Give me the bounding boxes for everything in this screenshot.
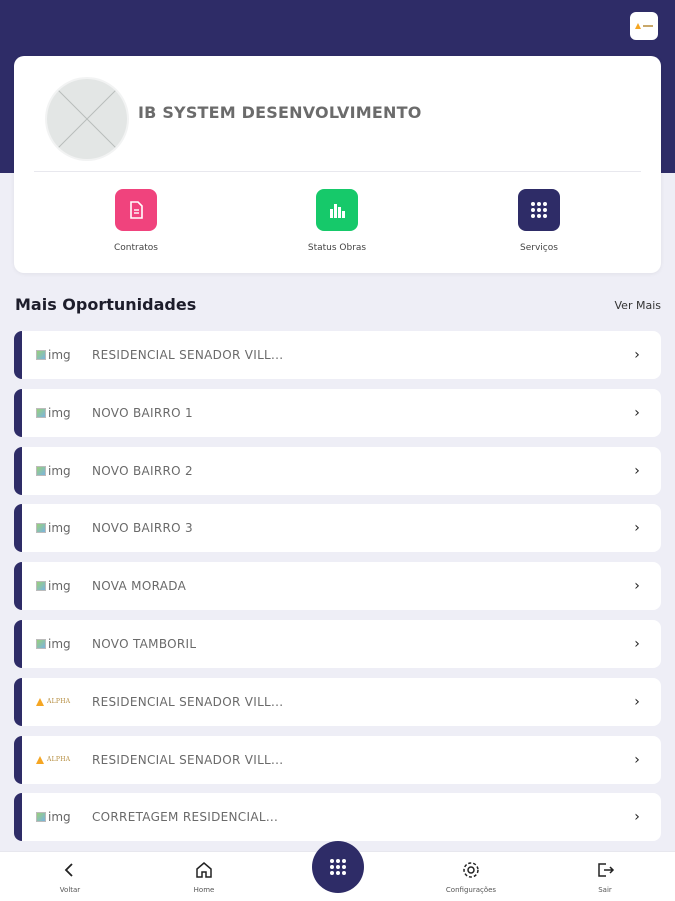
item-label: RESIDENCIAL SENADOR VILL... bbox=[92, 694, 284, 709]
broken-image-icon bbox=[36, 812, 46, 823]
thumbnail: img bbox=[36, 521, 80, 535]
broken-image-icon bbox=[36, 350, 46, 360]
nav-exit-label: Sair bbox=[598, 886, 612, 894]
list-item[interactable]: img NOVA MORADA › bbox=[14, 562, 661, 611]
servicos-button[interactable]: Serviços bbox=[479, 189, 599, 259]
thumbnail: img bbox=[36, 810, 80, 824]
list-item[interactable]: img NOVO BAIRRO 1 › bbox=[14, 388, 661, 437]
thumbnail-alt: img bbox=[48, 636, 71, 651]
item-label: NOVO BAIRRO 1 bbox=[92, 405, 193, 420]
contratos-button[interactable]: Contratos bbox=[76, 189, 196, 259]
company-logo[interactable] bbox=[630, 12, 658, 40]
opportunities-list: img RESIDENCIAL SENADOR VILL... › img NO… bbox=[14, 331, 661, 851]
alpha-logo-text: ALPHA bbox=[47, 698, 71, 706]
profile-card: IB SYSTEM DESENVOLVIMENTO Contratos Stat… bbox=[14, 56, 661, 273]
item-label: NOVA MORADA bbox=[92, 579, 187, 594]
servicos-label: Serviços bbox=[520, 243, 558, 253]
chevron-right-icon: › bbox=[634, 751, 640, 768]
chevron-right-icon: › bbox=[634, 809, 640, 826]
list-item[interactable]: ALPHA RESIDENCIAL SENADOR VILL... › bbox=[14, 735, 661, 784]
thumbnail: img bbox=[36, 637, 80, 651]
thumbnail: img bbox=[36, 464, 80, 478]
nav-home[interactable]: Home bbox=[164, 860, 244, 894]
list-item[interactable]: img NOVO TAMBORIL › bbox=[14, 619, 661, 668]
nav-back-label: Voltar bbox=[59, 886, 81, 894]
status-obras-button[interactable]: Status Obras bbox=[277, 189, 397, 259]
thumbnail: img bbox=[36, 579, 80, 593]
broken-image-icon bbox=[36, 581, 46, 592]
chevron-right-icon: › bbox=[634, 520, 640, 537]
nav-back[interactable]: Voltar bbox=[30, 860, 110, 894]
section-title: Mais Oportunidades bbox=[15, 295, 197, 314]
nav-exit[interactable]: Sair bbox=[565, 860, 645, 894]
logout-icon bbox=[598, 863, 615, 877]
chevron-right-icon: › bbox=[634, 462, 640, 479]
alpha-logo-icon bbox=[36, 755, 44, 764]
chevron-right-icon: › bbox=[634, 578, 640, 595]
thumbnail: img bbox=[36, 348, 80, 362]
broken-image-icon bbox=[36, 523, 46, 534]
home-icon bbox=[196, 862, 212, 878]
broken-image-icon bbox=[36, 638, 46, 649]
chevron-right-icon: › bbox=[634, 693, 640, 710]
thumbnail-alt: img bbox=[48, 463, 71, 478]
thumbnail: ALPHA bbox=[36, 753, 80, 767]
status-obras-label: Status Obras bbox=[307, 243, 367, 253]
nav-home-label: Home bbox=[193, 886, 215, 894]
broken-image-icon bbox=[36, 407, 46, 418]
contratos-label: Contratos bbox=[114, 243, 158, 253]
alpha-logo-text: ALPHA bbox=[47, 756, 71, 764]
grid-icon bbox=[518, 189, 560, 231]
gear-icon bbox=[463, 862, 479, 878]
avatar[interactable] bbox=[47, 79, 127, 159]
document-icon bbox=[115, 189, 157, 231]
item-label: NOVO BAIRRO 2 bbox=[92, 463, 193, 478]
divider bbox=[34, 171, 641, 172]
broken-image-icon bbox=[36, 465, 46, 476]
image-placeholder-icon bbox=[56, 88, 118, 150]
bar-chart-icon bbox=[316, 189, 358, 231]
thumbnail: ALPHA bbox=[36, 695, 80, 709]
grid-icon bbox=[330, 859, 346, 875]
thumbnail-alt: img bbox=[48, 579, 71, 594]
chevron-left-icon bbox=[64, 863, 73, 877]
nav-settings-label: Configurações bbox=[445, 886, 497, 894]
thumbnail-alt: img bbox=[48, 405, 71, 420]
chevron-right-icon: › bbox=[634, 635, 640, 652]
see-more-link[interactable]: Ver Mais bbox=[615, 299, 661, 312]
list-item[interactable]: img CORRETAGEM RESIDENCIAL... › bbox=[14, 793, 661, 842]
item-label: RESIDENCIAL SENADOR VILL... bbox=[92, 348, 284, 362]
item-label: NOVO TAMBORIL bbox=[92, 636, 197, 651]
chevron-right-icon: › bbox=[634, 347, 640, 363]
list-item[interactable]: img RESIDENCIAL SENADOR VILL... › bbox=[14, 331, 661, 379]
alpha-logo-icon bbox=[36, 697, 44, 706]
alpha-logo-icon bbox=[635, 23, 653, 29]
company-name: IB SYSTEM DESENVOLVIMENTO bbox=[138, 103, 422, 122]
alpha-logo: ALPHA bbox=[36, 697, 71, 706]
chevron-right-icon: › bbox=[634, 404, 640, 421]
item-label: NOVO BAIRRO 3 bbox=[92, 521, 193, 536]
thumbnail: img bbox=[36, 406, 80, 420]
thumbnail-alt: img bbox=[48, 810, 71, 825]
list-item[interactable]: img NOVO BAIRRO 2 › bbox=[14, 446, 661, 495]
thumbnail-alt: img bbox=[48, 348, 71, 362]
nav-settings[interactable]: Configurações bbox=[431, 860, 511, 894]
item-label: RESIDENCIAL SENADOR VILL... bbox=[92, 752, 284, 767]
alpha-logo: ALPHA bbox=[36, 755, 71, 764]
menu-fab-button[interactable] bbox=[312, 841, 364, 893]
thumbnail-alt: img bbox=[48, 521, 71, 536]
list-item[interactable]: img NOVO BAIRRO 3 › bbox=[14, 504, 661, 553]
item-label: CORRETAGEM RESIDENCIAL... bbox=[92, 810, 279, 825]
list-item[interactable]: ALPHA RESIDENCIAL SENADOR VILL... › bbox=[14, 677, 661, 726]
